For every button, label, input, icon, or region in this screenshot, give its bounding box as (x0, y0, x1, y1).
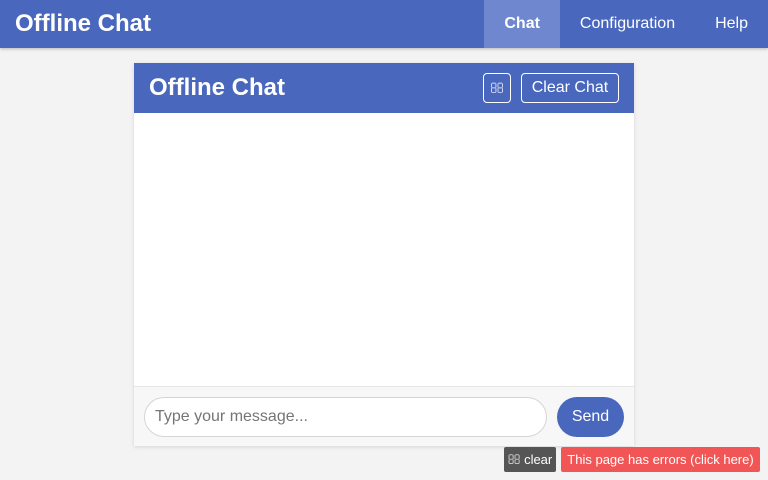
chat-title: Offline Chat (149, 74, 285, 101)
message-input[interactable] (144, 397, 547, 437)
send-button[interactable]: Send (557, 397, 624, 437)
nav-item-configuration[interactable]: Configuration (560, 0, 695, 48)
message-list[interactable] (134, 113, 634, 386)
missing-glyph-icon:  (508, 452, 521, 467)
chat-header: Offline Chat  Clear Chat (134, 63, 634, 113)
error-clear-label: clear (515, 452, 552, 467)
nav-item-chat[interactable]: Chat (484, 0, 560, 48)
top-navbar: Offline Chat Chat Configuration Help (0, 0, 768, 48)
chat-icon-button[interactable]:  (483, 73, 511, 103)
nav-item-help[interactable]: Help (695, 0, 768, 48)
missing-glyph-icon:  (490, 80, 504, 96)
clear-chat-button[interactable]: Clear Chat (521, 73, 619, 103)
main-nav: Chat Configuration Help (484, 0, 768, 48)
app-brand[interactable]: Offline Chat (15, 10, 151, 38)
error-clear-button[interactable]:  clear (504, 447, 556, 472)
message-composer: Send (134, 386, 634, 446)
chat-panel: Offline Chat  Clear Chat Send (134, 63, 634, 446)
page-errors-banner[interactable]: This page has errors (click here) (561, 447, 760, 472)
